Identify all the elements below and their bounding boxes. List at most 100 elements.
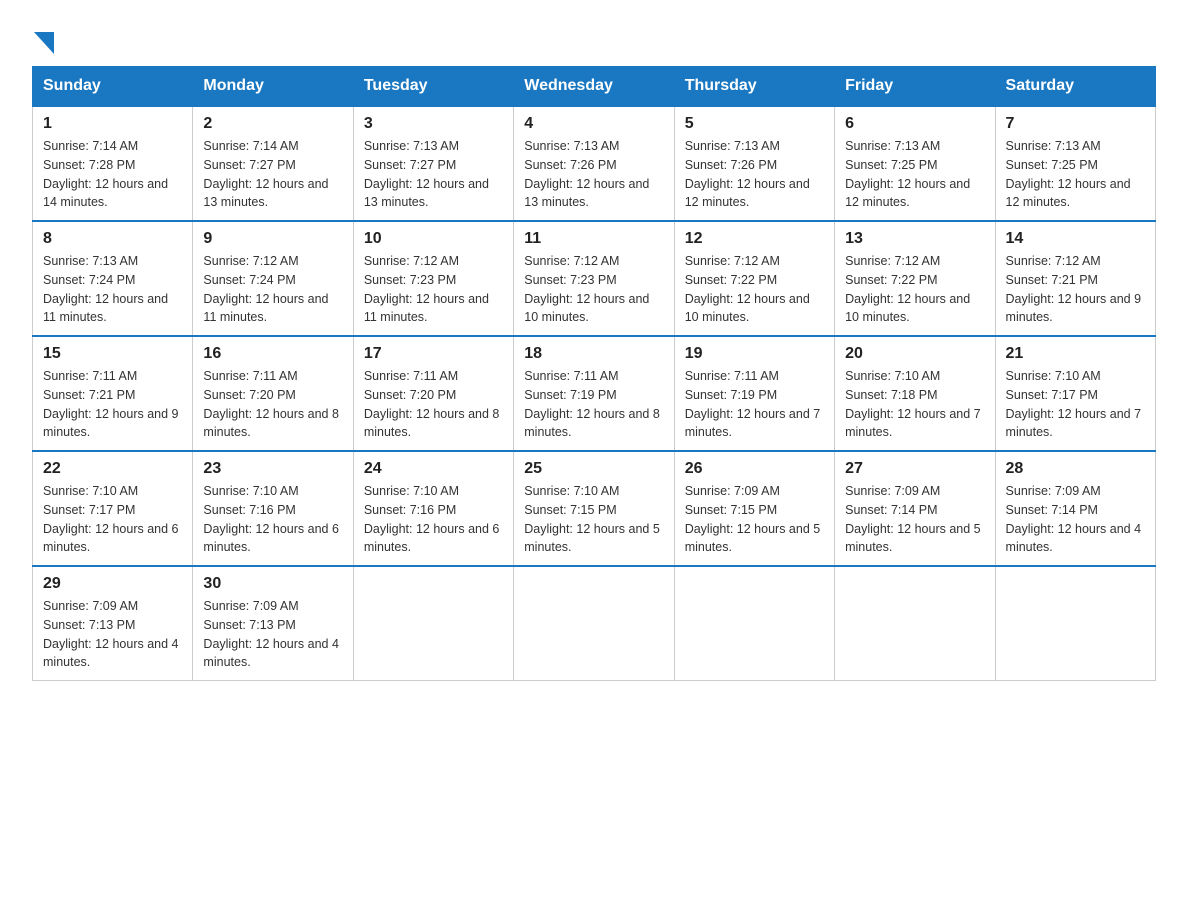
calendar-cell: 11 Sunrise: 7:12 AMSunset: 7:23 PMDaylig… xyxy=(514,221,674,336)
day-number: 8 xyxy=(43,230,182,248)
header-thursday: Thursday xyxy=(674,67,834,107)
logo xyxy=(32,32,54,54)
day-info: Sunrise: 7:13 AMSunset: 7:25 PMDaylight:… xyxy=(845,139,970,209)
day-info: Sunrise: 7:12 AMSunset: 7:23 PMDaylight:… xyxy=(364,254,489,324)
day-number: 14 xyxy=(1006,230,1145,248)
day-info: Sunrise: 7:13 AMSunset: 7:25 PMDaylight:… xyxy=(1006,139,1131,209)
day-number: 3 xyxy=(364,115,503,133)
calendar-cell: 20 Sunrise: 7:10 AMSunset: 7:18 PMDaylig… xyxy=(835,336,995,451)
day-number: 25 xyxy=(524,460,663,478)
calendar-cell: 10 Sunrise: 7:12 AMSunset: 7:23 PMDaylig… xyxy=(353,221,513,336)
day-info: Sunrise: 7:11 AMSunset: 7:19 PMDaylight:… xyxy=(524,369,660,439)
day-info: Sunrise: 7:11 AMSunset: 7:19 PMDaylight:… xyxy=(685,369,821,439)
day-info: Sunrise: 7:11 AMSunset: 7:20 PMDaylight:… xyxy=(364,369,500,439)
calendar-cell: 21 Sunrise: 7:10 AMSunset: 7:17 PMDaylig… xyxy=(995,336,1155,451)
day-number: 10 xyxy=(364,230,503,248)
day-info: Sunrise: 7:10 AMSunset: 7:17 PMDaylight:… xyxy=(1006,369,1142,439)
calendar-cell: 22 Sunrise: 7:10 AMSunset: 7:17 PMDaylig… xyxy=(33,451,193,566)
day-info: Sunrise: 7:10 AMSunset: 7:18 PMDaylight:… xyxy=(845,369,981,439)
day-number: 18 xyxy=(524,345,663,363)
calendar-cell: 7 Sunrise: 7:13 AMSunset: 7:25 PMDayligh… xyxy=(995,106,1155,221)
calendar-cell: 24 Sunrise: 7:10 AMSunset: 7:16 PMDaylig… xyxy=(353,451,513,566)
calendar-cell: 12 Sunrise: 7:12 AMSunset: 7:22 PMDaylig… xyxy=(674,221,834,336)
day-info: Sunrise: 7:09 AMSunset: 7:15 PMDaylight:… xyxy=(685,484,821,554)
calendar-header-row: SundayMondayTuesdayWednesdayThursdayFrid… xyxy=(33,67,1156,107)
calendar-cell: 3 Sunrise: 7:13 AMSunset: 7:27 PMDayligh… xyxy=(353,106,513,221)
calendar-week-row: 29 Sunrise: 7:09 AMSunset: 7:13 PMDaylig… xyxy=(33,566,1156,681)
day-number: 29 xyxy=(43,575,182,593)
calendar-cell: 15 Sunrise: 7:11 AMSunset: 7:21 PMDaylig… xyxy=(33,336,193,451)
day-info: Sunrise: 7:12 AMSunset: 7:23 PMDaylight:… xyxy=(524,254,649,324)
day-number: 5 xyxy=(685,115,824,133)
day-info: Sunrise: 7:12 AMSunset: 7:24 PMDaylight:… xyxy=(203,254,328,324)
day-info: Sunrise: 7:13 AMSunset: 7:24 PMDaylight:… xyxy=(43,254,168,324)
day-number: 19 xyxy=(685,345,824,363)
day-number: 28 xyxy=(1006,460,1145,478)
day-info: Sunrise: 7:10 AMSunset: 7:17 PMDaylight:… xyxy=(43,484,179,554)
calendar-cell: 13 Sunrise: 7:12 AMSunset: 7:22 PMDaylig… xyxy=(835,221,995,336)
day-number: 13 xyxy=(845,230,984,248)
header-sunday: Sunday xyxy=(33,67,193,107)
calendar-cell: 1 Sunrise: 7:14 AMSunset: 7:28 PMDayligh… xyxy=(33,106,193,221)
day-number: 26 xyxy=(685,460,824,478)
day-number: 12 xyxy=(685,230,824,248)
day-info: Sunrise: 7:11 AMSunset: 7:21 PMDaylight:… xyxy=(43,369,179,439)
day-info: Sunrise: 7:09 AMSunset: 7:14 PMDaylight:… xyxy=(1006,484,1142,554)
day-number: 22 xyxy=(43,460,182,478)
calendar-cell: 9 Sunrise: 7:12 AMSunset: 7:24 PMDayligh… xyxy=(193,221,353,336)
calendar-cell: 19 Sunrise: 7:11 AMSunset: 7:19 PMDaylig… xyxy=(674,336,834,451)
day-info: Sunrise: 7:12 AMSunset: 7:21 PMDaylight:… xyxy=(1006,254,1142,324)
day-info: Sunrise: 7:12 AMSunset: 7:22 PMDaylight:… xyxy=(845,254,970,324)
header-friday: Friday xyxy=(835,67,995,107)
calendar-cell xyxy=(835,566,995,681)
calendar-week-row: 8 Sunrise: 7:13 AMSunset: 7:24 PMDayligh… xyxy=(33,221,1156,336)
day-number: 24 xyxy=(364,460,503,478)
day-number: 17 xyxy=(364,345,503,363)
header-saturday: Saturday xyxy=(995,67,1155,107)
day-info: Sunrise: 7:14 AMSunset: 7:28 PMDaylight:… xyxy=(43,139,168,209)
calendar-cell: 4 Sunrise: 7:13 AMSunset: 7:26 PMDayligh… xyxy=(514,106,674,221)
calendar-cell: 27 Sunrise: 7:09 AMSunset: 7:14 PMDaylig… xyxy=(835,451,995,566)
calendar-cell: 6 Sunrise: 7:13 AMSunset: 7:25 PMDayligh… xyxy=(835,106,995,221)
day-number: 6 xyxy=(845,115,984,133)
calendar-week-row: 1 Sunrise: 7:14 AMSunset: 7:28 PMDayligh… xyxy=(33,106,1156,221)
day-info: Sunrise: 7:09 AMSunset: 7:13 PMDaylight:… xyxy=(203,599,339,669)
calendar-cell: 23 Sunrise: 7:10 AMSunset: 7:16 PMDaylig… xyxy=(193,451,353,566)
calendar-cell xyxy=(353,566,513,681)
day-info: Sunrise: 7:09 AMSunset: 7:13 PMDaylight:… xyxy=(43,599,179,669)
calendar-week-row: 15 Sunrise: 7:11 AMSunset: 7:21 PMDaylig… xyxy=(33,336,1156,451)
calendar-cell xyxy=(674,566,834,681)
day-number: 9 xyxy=(203,230,342,248)
day-info: Sunrise: 7:09 AMSunset: 7:14 PMDaylight:… xyxy=(845,484,981,554)
calendar-cell: 29 Sunrise: 7:09 AMSunset: 7:13 PMDaylig… xyxy=(33,566,193,681)
day-number: 21 xyxy=(1006,345,1145,363)
day-number: 1 xyxy=(43,115,182,133)
day-number: 23 xyxy=(203,460,342,478)
calendar-cell: 5 Sunrise: 7:13 AMSunset: 7:26 PMDayligh… xyxy=(674,106,834,221)
page-header xyxy=(32,24,1156,54)
day-number: 30 xyxy=(203,575,342,593)
day-number: 20 xyxy=(845,345,984,363)
day-number: 2 xyxy=(203,115,342,133)
calendar-cell: 26 Sunrise: 7:09 AMSunset: 7:15 PMDaylig… xyxy=(674,451,834,566)
header-monday: Monday xyxy=(193,67,353,107)
day-info: Sunrise: 7:10 AMSunset: 7:15 PMDaylight:… xyxy=(524,484,660,554)
day-number: 4 xyxy=(524,115,663,133)
calendar-cell: 28 Sunrise: 7:09 AMSunset: 7:14 PMDaylig… xyxy=(995,451,1155,566)
calendar-cell: 25 Sunrise: 7:10 AMSunset: 7:15 PMDaylig… xyxy=(514,451,674,566)
header-wednesday: Wednesday xyxy=(514,67,674,107)
calendar-cell: 2 Sunrise: 7:14 AMSunset: 7:27 PMDayligh… xyxy=(193,106,353,221)
day-number: 7 xyxy=(1006,115,1145,133)
calendar-week-row: 22 Sunrise: 7:10 AMSunset: 7:17 PMDaylig… xyxy=(33,451,1156,566)
day-info: Sunrise: 7:11 AMSunset: 7:20 PMDaylight:… xyxy=(203,369,339,439)
day-info: Sunrise: 7:13 AMSunset: 7:26 PMDaylight:… xyxy=(524,139,649,209)
calendar-cell: 30 Sunrise: 7:09 AMSunset: 7:13 PMDaylig… xyxy=(193,566,353,681)
header-tuesday: Tuesday xyxy=(353,67,513,107)
calendar-cell: 17 Sunrise: 7:11 AMSunset: 7:20 PMDaylig… xyxy=(353,336,513,451)
calendar-cell xyxy=(514,566,674,681)
day-info: Sunrise: 7:12 AMSunset: 7:22 PMDaylight:… xyxy=(685,254,810,324)
day-info: Sunrise: 7:13 AMSunset: 7:27 PMDaylight:… xyxy=(364,139,489,209)
day-info: Sunrise: 7:14 AMSunset: 7:27 PMDaylight:… xyxy=(203,139,328,209)
day-number: 15 xyxy=(43,345,182,363)
day-info: Sunrise: 7:10 AMSunset: 7:16 PMDaylight:… xyxy=(364,484,500,554)
